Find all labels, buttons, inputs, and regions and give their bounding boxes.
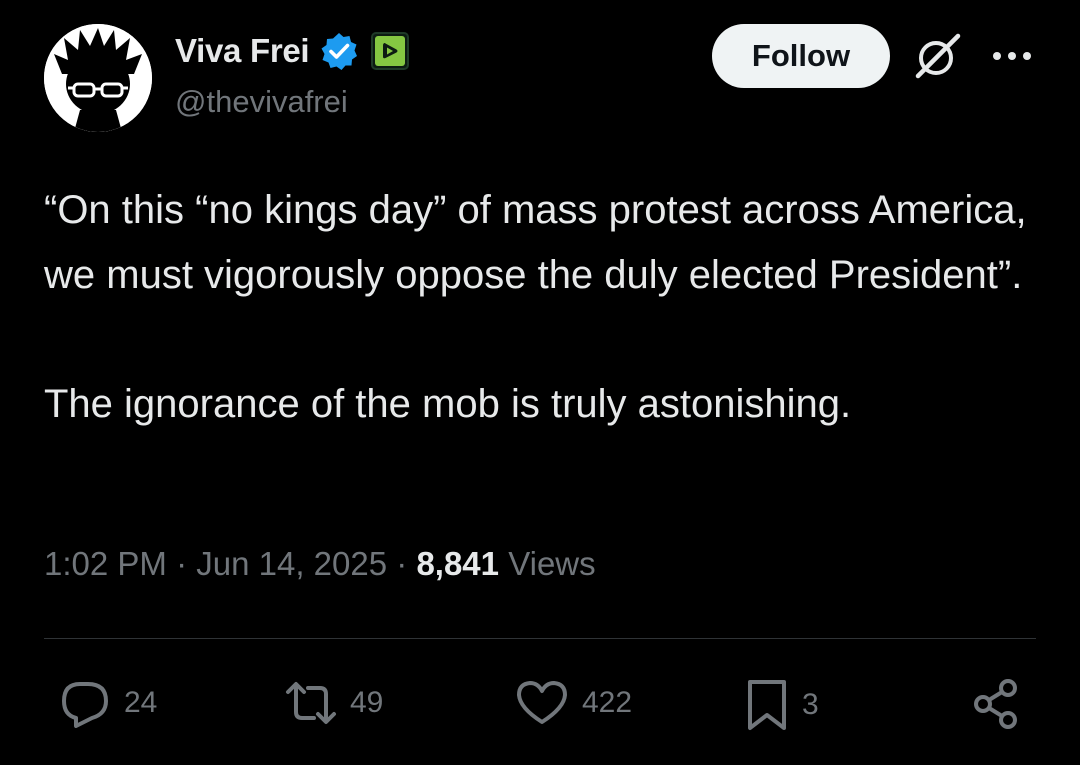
tweet-meta: 1:02 PM · Jun 14, 2025 · 8,841 Views xyxy=(44,545,596,583)
views-count: 8,841 xyxy=(416,545,500,582)
repost-count: 49 xyxy=(350,686,384,719)
bookmark-icon xyxy=(748,680,786,730)
bookmark-button[interactable]: 3 xyxy=(744,678,819,732)
reply-count: 24 xyxy=(124,686,158,719)
divider xyxy=(44,638,1036,639)
verified-badge-icon[interactable] xyxy=(319,31,359,71)
grok-icon[interactable] xyxy=(912,30,964,82)
like-button[interactable]: 422 xyxy=(514,678,632,728)
author-name-row: Viva Frei xyxy=(175,28,410,74)
bookmark-count: 3 xyxy=(802,688,819,721)
avatar-cartoon-icon xyxy=(44,24,152,132)
like-count: 422 xyxy=(582,686,633,719)
heart-icon xyxy=(517,681,567,724)
author-handle[interactable]: @thevivafrei xyxy=(175,84,348,120)
repost-icon xyxy=(286,682,336,724)
more-icon[interactable] xyxy=(990,42,1034,70)
repost-button[interactable]: 49 xyxy=(284,678,383,728)
meta-separator: · xyxy=(176,545,188,582)
follow-button[interactable]: Follow xyxy=(712,24,890,88)
display-name[interactable]: Viva Frei xyxy=(175,32,310,70)
tweet-text: “On this “no kings day” of mass protest … xyxy=(44,188,1027,426)
tweet-date[interactable]: Jun 14, 2025 xyxy=(196,545,387,582)
views-label: Views xyxy=(508,545,596,582)
meta-separator: · xyxy=(396,545,408,582)
share-button[interactable] xyxy=(970,678,1022,730)
share-icon xyxy=(974,679,1017,729)
rumble-logo-icon[interactable] xyxy=(371,32,410,70)
author-avatar[interactable] xyxy=(44,24,152,132)
reply-button[interactable]: 24 xyxy=(58,678,157,728)
tweet-time[interactable]: 1:02 PM xyxy=(44,545,167,582)
reply-icon xyxy=(62,682,108,728)
